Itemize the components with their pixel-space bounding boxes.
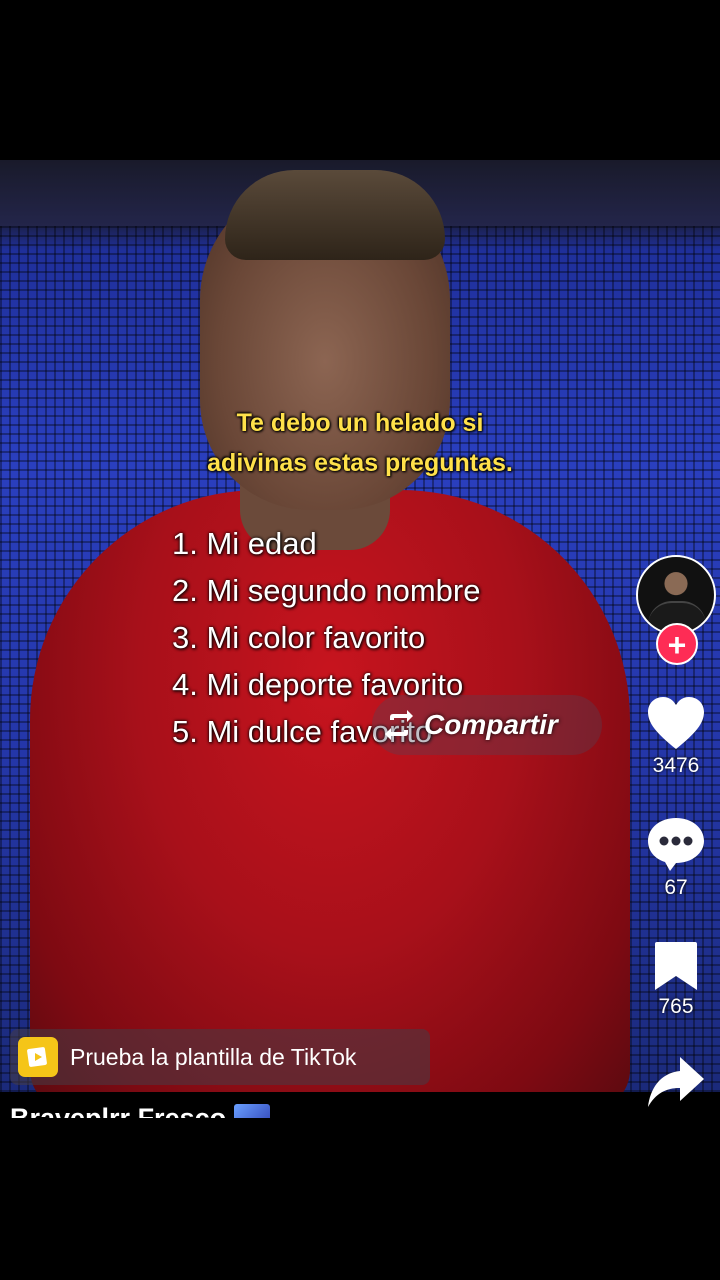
- comment-count: 67: [664, 876, 688, 899]
- tiktok-template-banner[interactable]: Prueba la plantilla de TikTok: [10, 1029, 430, 1085]
- comment-icon: [648, 818, 704, 871]
- comment-button[interactable]: 67: [632, 815, 720, 901]
- list-item: 2. Mi segundo nombre: [172, 573, 481, 608]
- author-name[interactable]: Braveplrr Fresco: [10, 1098, 410, 1118]
- list-item: 3. Mi color favorito: [172, 620, 426, 655]
- emoji-badge-icon: [233, 1104, 270, 1118]
- caption-line-1: Te debo un helado si: [236, 409, 484, 437]
- share-arrow-icon: [648, 1057, 704, 1107]
- like-button[interactable]: 3476: [632, 695, 720, 779]
- template-banner-label: Prueba la plantilla de TikTok: [70, 1043, 357, 1070]
- action-rail: + 3476 67 765: [632, 555, 720, 1115]
- list-item: 1. Mi edad: [172, 526, 317, 561]
- repost-icon: [385, 710, 413, 740]
- author-name-text: Braveplrr Fresco: [10, 1103, 227, 1118]
- follow-button[interactable]: +: [656, 623, 698, 665]
- template-icon: [18, 1037, 58, 1077]
- like-count: 3476: [652, 754, 700, 777]
- share-button[interactable]: [632, 1055, 720, 1109]
- heart-icon: [648, 697, 704, 749]
- compartir-label: Compartir: [424, 709, 558, 740]
- save-button[interactable]: 765: [632, 940, 720, 1020]
- person-hair: [225, 170, 445, 260]
- bookmark-icon: [655, 942, 697, 990]
- play-card-icon: [27, 1047, 47, 1067]
- tiktok-video-screen: Te debo un helado si adivinas estas preg…: [0, 0, 720, 1280]
- compartir-chip[interactable]: Compartir: [372, 695, 602, 755]
- caption-line-2: adivinas estas preguntas.: [207, 449, 513, 477]
- save-count: 765: [658, 995, 694, 1018]
- creator-avatar-group[interactable]: +: [636, 555, 716, 665]
